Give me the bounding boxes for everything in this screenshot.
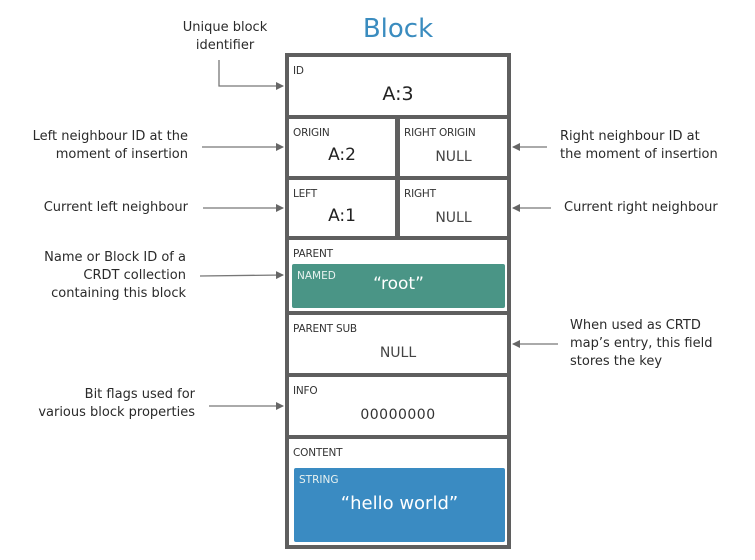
annotation-arrows [199, 60, 558, 410]
arrow-parent [199, 271, 284, 280]
arrow-id [218, 60, 284, 90]
